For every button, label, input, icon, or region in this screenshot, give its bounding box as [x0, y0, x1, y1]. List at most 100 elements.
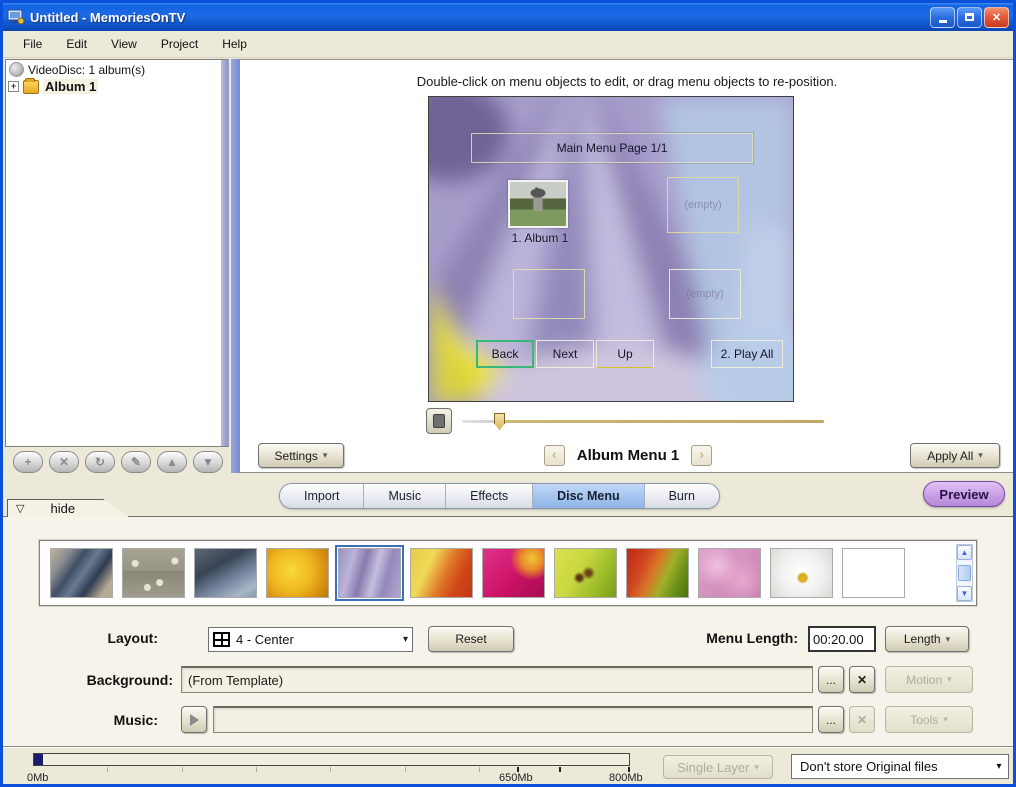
delete-album-button[interactable]: ✕	[49, 451, 79, 473]
menu-up-object[interactable]: Up	[596, 340, 654, 368]
slider-knob[interactable]	[494, 413, 505, 430]
template-thumbnail[interactable]	[698, 548, 761, 598]
stop-preview-button[interactable]	[426, 408, 452, 434]
rotate-icon: ↻	[95, 455, 105, 469]
scroll-up-icon[interactable]: ▲	[957, 545, 972, 560]
menu-view[interactable]: View	[99, 33, 149, 55]
template-thumbnail[interactable]	[410, 548, 473, 598]
rotate-button[interactable]: ↻	[85, 451, 115, 473]
statue-photo	[510, 182, 566, 226]
store-original-files-select[interactable]: Don't store Original files ▾	[791, 754, 1009, 779]
scrollbar-thumb[interactable]	[958, 565, 971, 581]
close-button[interactable]: ✕	[984, 7, 1009, 28]
template-thumbnail[interactable]	[842, 548, 905, 598]
album-object-label: 1. Album 1	[485, 231, 595, 245]
clear-icon: ✕	[857, 673, 867, 687]
template-thumbnail[interactable]	[50, 548, 113, 598]
panel-splitter[interactable]	[231, 59, 239, 473]
empty-menu-slot[interactable]: (empty)	[667, 177, 739, 233]
menu-title-object[interactable]: Main Menu Page 1/1	[471, 133, 753, 163]
maximize-button[interactable]	[957, 7, 982, 28]
tab-import[interactable]: Import	[280, 484, 364, 508]
template-thumbnail[interactable]	[194, 548, 257, 598]
motion-button[interactable]: Motion▾	[885, 666, 973, 693]
slider-track[interactable]	[462, 420, 824, 423]
template-thumbnail-selected[interactable]	[338, 548, 401, 598]
template-thumbnail[interactable]	[626, 548, 689, 598]
edit-button[interactable]: ✎	[121, 451, 151, 473]
preview-position-slider[interactable]	[462, 412, 824, 430]
thumbnail-scrollbar[interactable]: ▲ ▼	[956, 544, 973, 602]
tab-effects[interactable]: Effects	[446, 484, 533, 508]
layout-select[interactable]: 4 - Center ▾	[208, 627, 413, 652]
next-menu-button[interactable]: ›	[691, 445, 712, 466]
tree-item-videodisc[interactable]: VideoDisc: 1 album(s)	[6, 60, 228, 77]
template-thumbnail[interactable]	[770, 548, 833, 598]
tree-scrollbar[interactable]	[221, 60, 228, 447]
reset-button[interactable]: Reset	[428, 626, 514, 652]
add-icon: +	[24, 455, 31, 469]
layer-select-button[interactable]: Single Layer▾	[663, 755, 773, 779]
preview-button[interactable]: Preview	[923, 481, 1005, 507]
menu-preview-stage[interactable]: Main Menu Page 1/1 1. Album 1 (empty) (e…	[428, 96, 794, 402]
window-title: Untitled - MemoriesOnTV	[30, 10, 930, 25]
music-field[interactable]	[213, 706, 813, 733]
hide-triangle-icon: ▽	[16, 502, 24, 515]
stop-icon	[433, 414, 445, 428]
add-album-button[interactable]: +	[13, 451, 43, 473]
length-button[interactable]: Length▾	[885, 626, 969, 652]
move-down-button[interactable]: ▼	[193, 451, 223, 473]
tree-root-label: VideoDisc: 1 album(s)	[28, 63, 145, 77]
tab-music[interactable]: Music	[364, 484, 446, 508]
title-bar[interactable]: Untitled - MemoriesOnTV ✕	[3, 3, 1013, 31]
tab-strip: Import Music Effects Disc Menu Burn Prev…	[3, 474, 1013, 515]
template-thumbnail[interactable]	[554, 548, 617, 598]
dropdown-arrow-icon: ▾	[978, 450, 983, 461]
dropdown-arrow-icon: ▾	[403, 634, 408, 645]
menu-edit[interactable]: Edit	[54, 33, 99, 55]
next-arrow-icon: ›	[699, 446, 704, 462]
capacity-650-label: 650Mb	[499, 772, 533, 784]
template-thumbnail[interactable]	[482, 548, 545, 598]
background-browse-button[interactable]: ...	[818, 666, 844, 693]
tab-burn[interactable]: Burn	[645, 484, 719, 508]
music-browse-button[interactable]: ...	[818, 706, 844, 733]
menu-next-object[interactable]: Next	[536, 340, 594, 368]
scroll-down-icon[interactable]: ▼	[957, 586, 972, 601]
menu-playall-object[interactable]: 2. Play All	[711, 340, 783, 368]
browse-icon: ...	[826, 673, 836, 687]
album-folder-icon	[23, 80, 39, 94]
music-clear-button[interactable]: ✕	[849, 706, 875, 733]
background-field[interactable]: (From Template)	[181, 666, 813, 693]
expand-icon[interactable]: +	[8, 81, 19, 92]
capacity-0-label: 0Mb	[27, 772, 48, 784]
minimize-button[interactable]	[930, 7, 955, 28]
menu-project[interactable]: Project	[149, 33, 210, 55]
background-clear-button[interactable]: ✕	[849, 666, 875, 693]
previous-menu-button[interactable]: ‹	[544, 445, 565, 466]
music-play-button[interactable]	[181, 706, 207, 733]
prev-arrow-icon: ‹	[552, 446, 557, 462]
empty-menu-slot[interactable]	[513, 269, 585, 319]
apply-all-button[interactable]: Apply All▾	[910, 443, 1000, 468]
album-thumbnail-object[interactable]	[508, 180, 568, 228]
tree-item-album[interactable]: + Album 1	[6, 77, 228, 94]
delete-icon: ✕	[59, 455, 69, 469]
menu-help[interactable]: Help	[210, 33, 259, 55]
move-up-button[interactable]: ▲	[157, 451, 187, 473]
menu-back-object[interactable]: Back	[476, 340, 534, 368]
menu-length-input[interactable]	[808, 626, 876, 652]
tab-disc-menu[interactable]: Disc Menu	[533, 484, 645, 508]
tools-button[interactable]: Tools▾	[885, 706, 973, 733]
disc-capacity-bar	[33, 753, 630, 766]
layout-grid-icon	[213, 632, 230, 647]
album-tree-panel: VideoDisc: 1 album(s) + Album 1 + ✕ ↻ ✎ …	[5, 59, 235, 473]
menu-page-navigator: ‹ Album Menu 1 ›	[240, 440, 1016, 470]
empty-menu-slot[interactable]: (empty)	[669, 269, 741, 319]
menu-file[interactable]: File	[11, 33, 54, 55]
edit-pencil-icon: ✎	[131, 455, 141, 469]
down-arrow-icon: ▼	[202, 455, 214, 469]
template-thumbnail[interactable]	[266, 548, 329, 598]
layout-value: 4 - Center	[236, 632, 294, 647]
template-thumbnail[interactable]	[122, 548, 185, 598]
